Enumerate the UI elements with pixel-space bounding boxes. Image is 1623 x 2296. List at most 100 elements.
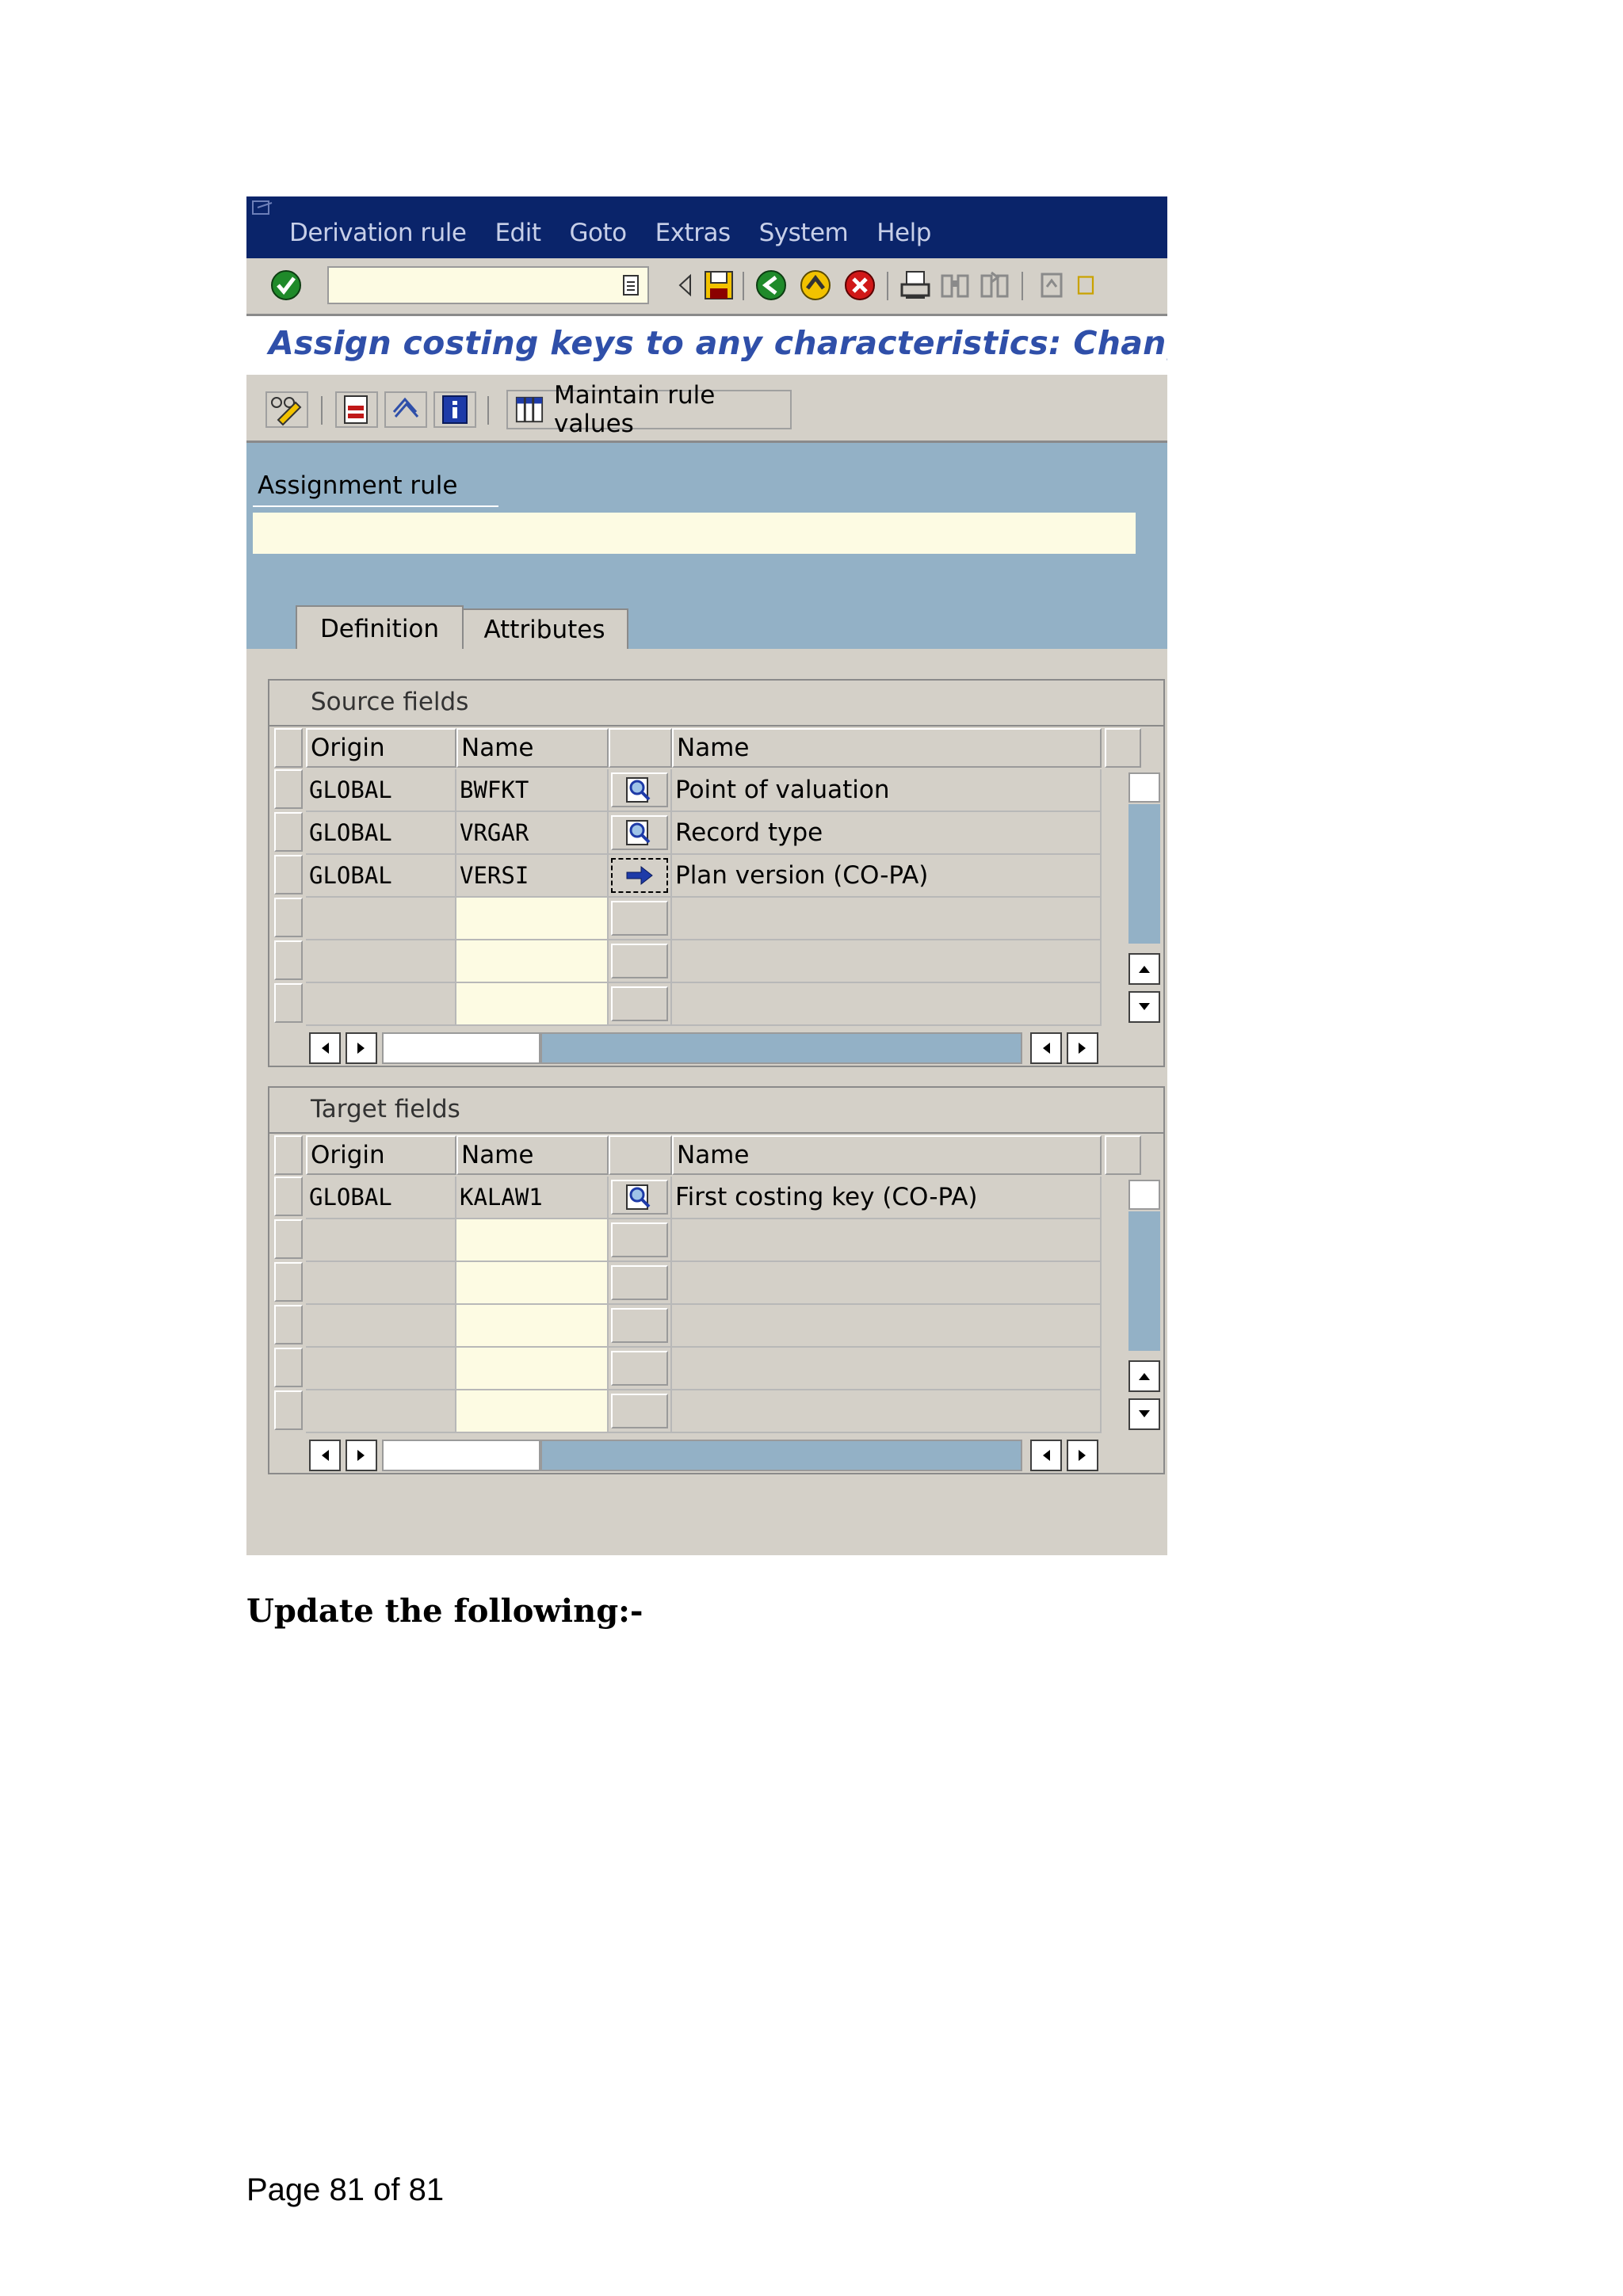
row-selector[interactable] — [274, 769, 303, 809]
menu-system[interactable]: System — [759, 219, 849, 247]
other-rule-button[interactable] — [335, 391, 378, 428]
info-button[interactable] — [433, 391, 476, 428]
column-scroll-left-button[interactable] — [1030, 1440, 1062, 1471]
scroll-right-button[interactable] — [346, 1032, 377, 1064]
horizontal-scroll-track[interactable] — [540, 1032, 1022, 1064]
cell-name[interactable]: VERSI — [456, 855, 609, 898]
where-used-button[interactable] — [384, 391, 427, 428]
enter-button[interactable] — [269, 268, 304, 303]
scroll-up-button[interactable] — [1128, 953, 1160, 985]
tab-definition[interactable]: Definition — [296, 605, 464, 651]
column-settings-button[interactable] — [1105, 728, 1141, 768]
row-button[interactable] — [611, 901, 668, 936]
cell-name-input[interactable] — [456, 1219, 609, 1262]
cell-name[interactable]: VRGAR — [456, 812, 609, 855]
cell-name-input[interactable] — [456, 983, 609, 1026]
maintain-rule-values-button[interactable]: Maintain rule values — [506, 381, 792, 438]
command-field[interactable] — [327, 266, 649, 304]
vertical-scroll-thumb[interactable] — [1128, 772, 1160, 803]
search-help-button[interactable] — [611, 1180, 668, 1215]
row-selector[interactable] — [274, 1219, 303, 1259]
scroll-down-button[interactable] — [1128, 991, 1160, 1023]
dropdown-history-icon[interactable] — [621, 274, 641, 296]
save-button[interactable] — [701, 268, 736, 303]
scroll-right-button[interactable] — [346, 1440, 377, 1471]
row-selector[interactable] — [274, 812, 303, 852]
column-header-button[interactable] — [609, 1135, 672, 1175]
navigate-button[interactable] — [611, 858, 668, 893]
vertical-scroll-track[interactable] — [1128, 1211, 1160, 1351]
page-title: Assign costing keys to any characteristi… — [269, 324, 1167, 362]
scroll-left-button[interactable] — [309, 1032, 341, 1064]
row-selector[interactable] — [274, 1262, 303, 1302]
column-scroll-left-button[interactable] — [1030, 1032, 1062, 1064]
cell-name-input[interactable] — [456, 1305, 609, 1348]
horizontal-scroll-thumb[interactable] — [382, 1032, 540, 1064]
menu-help[interactable]: Help — [876, 219, 931, 247]
back-button[interactable] — [754, 268, 789, 303]
scroll-down-button[interactable] — [1128, 1398, 1160, 1430]
cell-name-input[interactable] — [456, 898, 609, 940]
menu-goto[interactable]: Goto — [570, 219, 628, 247]
row-selector[interactable] — [274, 1177, 303, 1216]
column-scroll-right-button[interactable] — [1067, 1032, 1098, 1064]
column-header-origin[interactable]: Origin — [306, 728, 456, 768]
scroll-up-button[interactable] — [1128, 1360, 1160, 1392]
horizontal-scroll-thumb[interactable] — [382, 1440, 540, 1471]
column-header-origin[interactable]: Origin — [306, 1135, 456, 1175]
exit-button[interactable] — [798, 268, 833, 303]
column-header-name[interactable]: Name — [456, 1135, 609, 1175]
scroll-left-button[interactable] — [309, 1440, 341, 1471]
vertical-scrollbar[interactable] — [1128, 1177, 1160, 1433]
source-fields-title: Source fields — [311, 688, 469, 716]
select-all-rows[interactable] — [274, 728, 303, 768]
menu-extras[interactable]: Extras — [655, 219, 731, 247]
display-change-button[interactable] — [265, 391, 308, 428]
column-settings-button[interactable] — [1105, 1135, 1141, 1175]
menu-derivation-rule[interactable]: Derivation rule — [289, 219, 467, 247]
search-help-button[interactable] — [611, 772, 668, 807]
cell-name-input[interactable] — [456, 1348, 609, 1390]
column-header-button[interactable] — [609, 728, 672, 768]
row-selector[interactable] — [274, 1390, 303, 1430]
column-header-name[interactable]: Name — [456, 728, 609, 768]
row-button[interactable] — [611, 1308, 668, 1343]
vertical-scroll-track[interactable] — [1128, 804, 1160, 944]
window-menu-icon[interactable] — [251, 200, 280, 219]
row-selector[interactable] — [274, 855, 303, 894]
tab-attributes[interactable]: Attributes — [460, 608, 628, 650]
column-header-description[interactable]: Name — [672, 1135, 1102, 1175]
row-selector[interactable] — [274, 1348, 303, 1387]
vertical-scrollbar[interactable] — [1128, 769, 1160, 1026]
column-scroll-right-button[interactable] — [1067, 1440, 1098, 1471]
select-all-rows[interactable] — [274, 1135, 303, 1175]
cell-name-input[interactable] — [456, 940, 609, 983]
row-selector[interactable] — [274, 983, 303, 1023]
row-button[interactable] — [611, 1265, 668, 1300]
find-button[interactable] — [938, 268, 972, 303]
collapse-command-button[interactable] — [668, 268, 703, 303]
cell-name[interactable]: KALAW1 — [456, 1177, 609, 1219]
assignment-rule-input[interactable] — [253, 513, 1136, 554]
row-button[interactable] — [611, 1394, 668, 1428]
cell-name[interactable]: BWFKT — [456, 769, 609, 812]
vertical-scroll-thumb[interactable] — [1128, 1180, 1160, 1210]
row-button[interactable] — [611, 1222, 668, 1257]
row-button[interactable] — [611, 944, 668, 978]
print-button[interactable] — [898, 268, 933, 303]
find-next-button[interactable] — [977, 268, 1012, 303]
cell-name-input[interactable] — [456, 1262, 609, 1305]
horizontal-scroll-track[interactable] — [540, 1440, 1022, 1471]
row-button[interactable] — [611, 986, 668, 1021]
menu-edit[interactable]: Edit — [495, 219, 541, 247]
cell-name-input[interactable] — [456, 1390, 609, 1433]
search-help-button[interactable] — [611, 815, 668, 850]
cancel-button[interactable] — [842, 268, 877, 303]
row-selector[interactable] — [274, 1305, 303, 1344]
first-page-button[interactable] — [1034, 268, 1069, 303]
row-selector[interactable] — [274, 898, 303, 937]
row-button[interactable] — [611, 1351, 668, 1386]
row-selector[interactable] — [274, 940, 303, 980]
column-header-description[interactable]: Name — [672, 728, 1102, 768]
previous-page-button[interactable] — [1074, 268, 1098, 303]
